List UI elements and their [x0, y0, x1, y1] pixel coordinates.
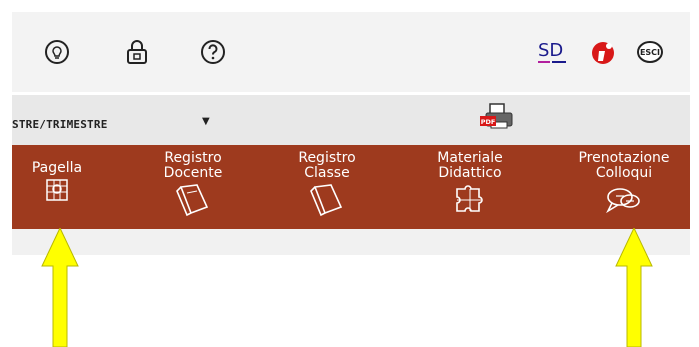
main-nav: Pagella Registro Docente Registro Classe… — [12, 145, 690, 229]
top-toolbar: SD ESCI — [12, 12, 690, 92]
lightbulb-icon[interactable] — [44, 39, 70, 65]
period-bar: STRE/TRIMESTRE ▼ PDF — [12, 95, 690, 145]
info-badge-icon[interactable] — [590, 39, 616, 65]
nav-item-registro-classe[interactable]: Registro Classe — [282, 145, 372, 229]
sd-logo-icon: SD — [536, 39, 570, 65]
sd-logo-text: SD — [538, 40, 563, 61]
period-select[interactable]: STRE/TRIMESTRE — [12, 118, 108, 131]
chat-bubbles-icon — [604, 183, 644, 221]
puzzle-icon — [453, 183, 487, 221]
pdf-label: PDF — [481, 118, 496, 126]
exit-icon[interactable]: ESCI — [636, 39, 664, 65]
nav-label: Pagella — [31, 160, 83, 176]
nav-item-pagella[interactable]: Pagella — [18, 145, 96, 229]
print-pdf-icon[interactable]: PDF — [478, 102, 518, 132]
nav-item-registro-docente[interactable]: Registro Docente — [146, 145, 240, 229]
annotation-arrow-colloqui — [615, 228, 653, 347]
book-icon — [307, 183, 347, 221]
report-card-icon — [45, 178, 69, 206]
help-icon[interactable] — [200, 39, 226, 65]
nav-label: Registro Classe — [298, 150, 356, 181]
chevron-down-icon[interactable]: ▼ — [202, 116, 210, 127]
book-icon — [173, 183, 213, 221]
nav-label: Materiale Didattico — [437, 150, 503, 181]
nav-label: Registro Docente — [163, 150, 223, 181]
lock-icon[interactable] — [124, 39, 150, 65]
nav-label: Prenotazione Colloqui — [578, 150, 670, 181]
nav-item-prenotazione-colloqui[interactable]: Prenotazione Colloqui — [558, 145, 690, 229]
annotation-arrow-pagella — [41, 228, 79, 347]
content-strip — [12, 229, 690, 255]
exit-text: ESCI — [640, 48, 660, 57]
nav-item-materiale-didattico[interactable]: Materiale Didattico — [420, 145, 520, 229]
